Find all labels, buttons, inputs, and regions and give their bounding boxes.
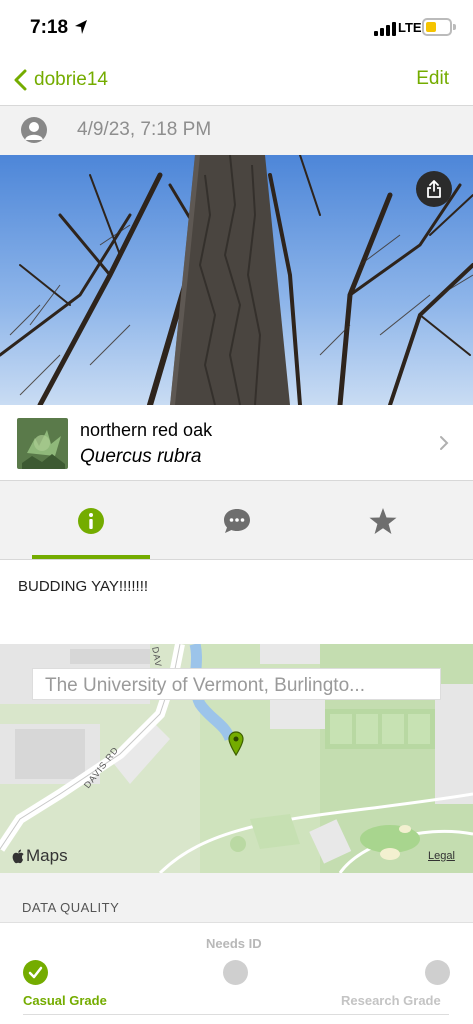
tab-favorites[interactable] xyxy=(304,481,461,560)
needs-id-dot xyxy=(223,960,248,985)
network-type: LTE xyxy=(398,20,422,35)
description-section: BUDDING YAY!!!!!!! xyxy=(0,560,473,644)
status-time: 7:18 xyxy=(30,17,69,38)
checkmark-icon xyxy=(28,966,43,979)
apple-maps-logo: Maps xyxy=(12,846,68,866)
battery-icon xyxy=(422,18,452,36)
taxon-row[interactable]: northern red oak Quercus rubra xyxy=(0,405,473,481)
share-icon xyxy=(427,180,441,198)
casual-grade-label: Casual Grade xyxy=(23,993,107,1008)
speech-bubble-icon xyxy=(223,508,250,533)
signal-bars-icon xyxy=(374,22,396,36)
share-button[interactable] xyxy=(416,171,452,207)
map-pin-icon xyxy=(228,731,244,757)
chevron-right-icon xyxy=(440,436,449,450)
needs-id-label: Needs ID xyxy=(206,936,262,951)
tab-info[interactable] xyxy=(12,481,169,560)
user-avatar-icon[interactable] xyxy=(21,117,47,143)
legal-link[interactable]: Legal xyxy=(428,850,455,862)
tab-bar xyxy=(0,481,473,560)
quality-divider xyxy=(23,1014,449,1015)
back-button[interactable]: dobrie14 xyxy=(12,66,108,94)
maps-label: Maps xyxy=(26,846,68,865)
data-quality-header: DATA QUALITY xyxy=(0,873,473,923)
active-tab-indicator xyxy=(32,555,150,559)
taxon-common-name: northern red oak xyxy=(80,420,213,440)
observation-description: BUDDING YAY!!!!!!! xyxy=(18,578,149,595)
research-grade-dot xyxy=(425,960,450,985)
edit-button[interactable]: Edit xyxy=(416,68,449,90)
nav-bar: dobrie14 Edit xyxy=(0,52,473,106)
map-location-label: The University of Vermont, Burlingto... xyxy=(32,668,441,700)
location-arrow-icon xyxy=(75,20,87,34)
battery-nub xyxy=(453,24,456,30)
observation-date: 4/9/23, 7:18 PM xyxy=(77,119,212,140)
user-row: 4/9/23, 7:18 PM xyxy=(0,106,473,155)
back-button-label: dobrie14 xyxy=(34,69,108,90)
observation-photo[interactable] xyxy=(0,155,473,405)
research-grade-label: Research Grade xyxy=(341,993,441,1008)
status-bar: 7:18 LTE xyxy=(0,0,473,52)
star-icon xyxy=(369,507,396,534)
chevron-left-icon xyxy=(14,69,27,91)
data-quality-title: DATA QUALITY xyxy=(22,900,120,915)
apple-logo-icon xyxy=(12,849,24,863)
casual-grade-dot xyxy=(23,960,48,985)
taxon-scientific-name: Quercus rubra xyxy=(80,446,202,467)
taxon-thumbnail xyxy=(17,418,68,469)
info-icon xyxy=(77,507,104,534)
tab-comments[interactable] xyxy=(158,481,315,560)
